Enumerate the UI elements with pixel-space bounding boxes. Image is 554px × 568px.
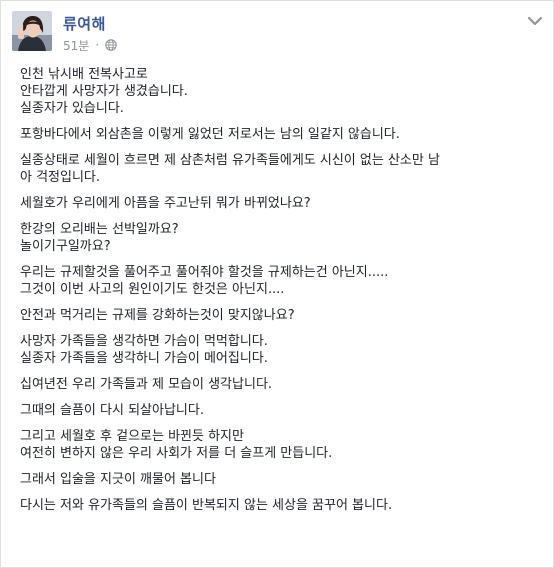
post-paragraph: 그때의 슬픔이 다시 되살아납니다. — [20, 402, 540, 419]
profile-photo — [12, 11, 52, 51]
post-paragraph: 세월호가 우리에게 아픔을 주고난뒤 뭐가 바뀌었나요? — [20, 195, 540, 212]
post-text-line: 포항바다에서 외삼촌을 이렇게 잃었던 저로서는 남의 일같지 않습니다. — [20, 127, 400, 142]
post-paragraph: 한강의 오리배는 선박일까요? 놀이기구일까요? — [20, 221, 540, 255]
post-header: 류여해 51분 · — [1, 1, 553, 61]
post-paragraph: 그래서 입술을 지긋이 깨물어 봅니다 — [20, 471, 540, 488]
post-paragraph: 그리고 세월호 후 겉으로는 바뀐듯 하지만여전히 변하지 않은 우리 사회가 … — [20, 428, 540, 462]
post-text-line: 여전히 변하지 않은 우리 사회가 저를 더 슬프게 만듭니다. — [20, 446, 333, 461]
post-paragraph: 인천 낚시배 전복사고로안타깝게 사망자가 생겼습니다. 실종자가 있습니다. — [20, 66, 540, 117]
post-meta: 51분 · — [63, 37, 117, 53]
post-text-line: 세월호가 우리에게 아픔을 주고난뒤 뭐가 바뀌었나요? — [20, 196, 311, 211]
post-text-line: 그것이 이번 사고의 원인이기도 한것은 아닌지.... — [20, 282, 285, 297]
post-text-line: 실종자 가족들을 생각하니 가슴이 메어집니다. — [20, 351, 268, 366]
post-paragraph: 실종상태로 세월이 흐르면 제 삼촌처럼 유가족들에게도 시신이 없는 산소만 … — [20, 152, 540, 186]
post-text-line: 실종자가 있습니다. — [20, 101, 124, 116]
post-text-line: 안타깝게 사망자가 생겼습니다. — [20, 84, 188, 99]
post-text-line: 사망자 가족들을 생각하면 가슴이 먹먹합니다. — [20, 334, 268, 349]
meta-separator: · — [95, 38, 100, 52]
post-paragraph: 포항바다에서 외삼촌을 이렇게 잃었던 저로서는 남의 일같지 않습니다. — [20, 126, 540, 143]
post-paragraph: 다시는 저와 유가족들의 슬픔이 반복되지 않는 세상을 꿈꾸어 봅니다. — [20, 497, 540, 514]
post-text-line: 그때의 슬픔이 다시 되살아납니다. — [20, 403, 204, 418]
post-text-line: 그리고 세월호 후 겉으로는 바뀐듯 하지만 — [20, 429, 244, 444]
post-text-line: 인천 낚시배 전복사고로 — [20, 67, 148, 82]
post-text-line: 한강의 오리배는 선박일까요? — [20, 222, 179, 237]
post-text-line: 아 걱정입니다. — [20, 170, 101, 185]
avatar[interactable] — [12, 11, 52, 51]
post-text-line: 안전과 먹거리는 규제를 강화하는것이 맞지않나요? — [20, 308, 295, 323]
post-text-line: 놀이기구일까요? — [20, 239, 111, 254]
post-paragraph: 사망자 가족들을 생각하면 가슴이 먹먹합니다. 실종자 가족들을 생각하니 가슴… — [20, 333, 540, 367]
globe-icon[interactable] — [105, 39, 117, 51]
post-text-line: 우리는 규제할것을 풀어주고 풀어줘야 할것을 규제하는건 아닌지..... — [20, 265, 389, 280]
post-text-line: 다시는 저와 유가족들의 슬픔이 반복되지 않는 세상을 꿈꾸어 봅니다. — [20, 498, 393, 513]
author-name[interactable]: 류여해 — [63, 13, 106, 34]
post-text-line: 십여년전 우리 가족들과 제 모습이 생각납니다. — [20, 377, 273, 392]
post-body: 인천 낚시배 전복사고로안타깝게 사망자가 생겼습니다. 실종자가 있습니다. 포항… — [20, 66, 540, 523]
post-paragraph: 우리는 규제할것을 풀어주고 풀어줘야 할것을 규제하는건 아닌지..... 그것… — [20, 264, 540, 298]
post-paragraph: 안전과 먹거리는 규제를 강화하는것이 맞지않나요? — [20, 307, 540, 324]
post-text-line: 실종상태로 세월이 흐르면 제 삼촌처럼 유가족들에게도 시신이 없는 산소만 … — [20, 153, 440, 168]
post-text-line: 그래서 입술을 지긋이 깨물어 봅니다 — [20, 472, 216, 487]
post-timestamp[interactable]: 51분 — [63, 37, 89, 54]
facebook-post: 류여해 51분 · 인천 낚시배 전복사고로 안타깝게 사망자가 생겼습니다. … — [0, 0, 554, 568]
post-options-button[interactable] — [526, 14, 544, 28]
post-paragraph: 십여년전 우리 가족들과 제 모습이 생각납니다. — [20, 376, 540, 393]
chevron-down-icon — [526, 14, 544, 28]
